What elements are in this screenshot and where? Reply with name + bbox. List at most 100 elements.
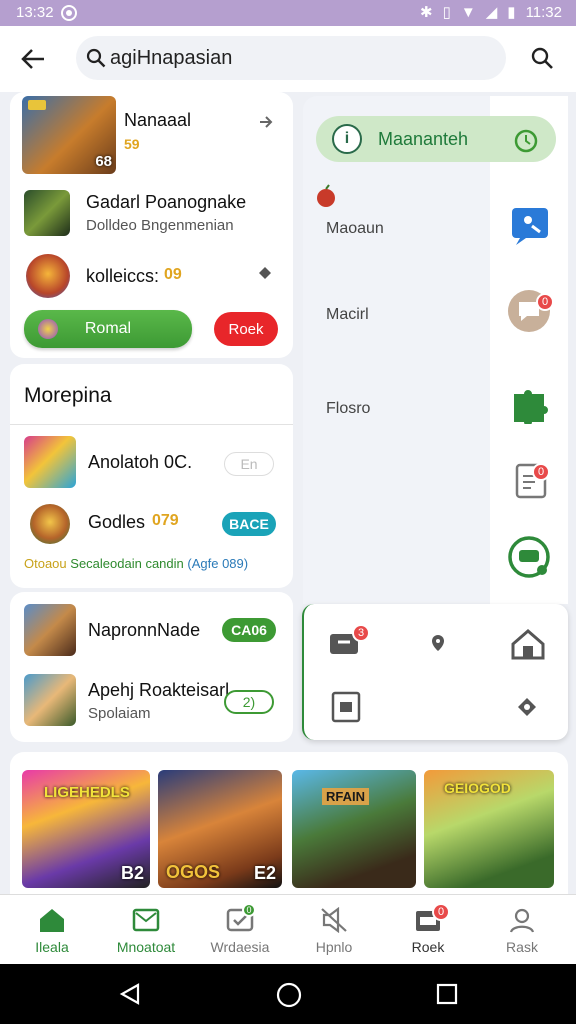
notification-badge: 0 [536, 293, 554, 311]
diamond-icon[interactable] [258, 266, 272, 280]
puzzle-icon[interactable] [510, 382, 552, 424]
game-title[interactable]: Godles [88, 512, 145, 533]
shortcut-grid: 3 [302, 604, 568, 740]
drawer-active-item[interactable]: i Maananteh [316, 116, 556, 162]
banner-thumbnail[interactable]: LIGEHEDLS B2 [22, 770, 150, 888]
game-title[interactable]: kolleiccs: [86, 266, 159, 287]
game-points: 59 [124, 136, 140, 152]
arrow-right-icon[interactable] [258, 114, 274, 130]
muted-icon [321, 907, 347, 933]
notification-badge: 0 [242, 903, 256, 917]
nav-label: Wrdaesia [210, 939, 270, 955]
bluetooth-icon: ✱ [420, 4, 433, 21]
search-bar[interactable] [76, 36, 506, 80]
divider [10, 424, 293, 425]
play-button-label: Romal [84, 320, 132, 337]
nav-label: Rask [506, 939, 538, 955]
clipboard-icon[interactable] [330, 690, 362, 724]
info-icon: i [332, 124, 362, 154]
game-title[interactable]: NapronnNade [88, 620, 200, 641]
nav-item-tasks[interactable]: 0 Wrdaesia [192, 895, 288, 965]
message-icon[interactable] [510, 206, 550, 246]
game-thumbnail[interactable] [24, 190, 70, 236]
drawer-item[interactable]: Maoaun [326, 220, 384, 238]
banner-text: OGOS [166, 862, 221, 882]
drawer-item[interactable]: Flosro [326, 400, 370, 418]
apple-icon [317, 184, 335, 207]
game-subtitle: Spolaiam [88, 705, 151, 722]
action-pill-label: CA06 [231, 622, 267, 638]
banner-corner: B2 [120, 863, 144, 883]
banner-thumbnail[interactable]: GEIOGOD [424, 770, 554, 888]
action-pill[interactable]: 2) [224, 690, 274, 714]
diamond-icon[interactable] [516, 696, 538, 718]
section-card: Morepina Anolatoh 0C. En Godles 079 BACE… [10, 364, 293, 588]
home-icon [40, 909, 64, 932]
nav-item-store[interactable]: 0 Roek [380, 895, 476, 965]
game-logo [28, 100, 46, 110]
promo-main: Secaleodain candin [70, 556, 184, 571]
game-title[interactable]: Anolatoh 0C. [88, 452, 192, 473]
signal-icon: ◢ [485, 4, 498, 21]
drawer-icon-rail [490, 96, 568, 604]
game-title[interactable]: Gadarl Poanognake [86, 192, 246, 213]
promo-prefix: Otoaou [24, 556, 67, 571]
status-right-time: 11:32 [525, 3, 562, 21]
wifi-icon: ▼ [460, 3, 476, 21]
status-bar: 13:32 ✱ ▯ ▼ ◢ ▮ 11:32 [0, 0, 576, 26]
game-title[interactable]: Apehj Roakteisarl [88, 680, 229, 701]
game-title[interactable]: Nanaaal [124, 110, 191, 131]
nav-item-profile[interactable]: Rask [474, 895, 570, 965]
recents-square-icon[interactable] [436, 983, 458, 1005]
action-pill[interactable]: BACE [222, 512, 276, 536]
dashboard-icon[interactable] [506, 534, 552, 580]
banner-strip: LIGEHEDLS B2 OGOS E2 RFAIN GEIOGOD [10, 752, 568, 894]
play-button[interactable]: Romal [24, 310, 192, 348]
game-thumbnail[interactable] [24, 436, 76, 488]
nav-item-home[interactable]: Ileala [4, 895, 100, 965]
game-thumbnail[interactable] [24, 604, 76, 656]
home-icon[interactable] [510, 628, 546, 660]
drawer-item[interactable]: Macirl [326, 306, 369, 324]
vibrate-icon: ▯ [442, 4, 451, 21]
featured-games-card: 68 Nanaaal 59 Gadarl Poanognake Dolldeo … [10, 92, 293, 358]
action-pill-label: BACE [229, 516, 269, 532]
game-thumbnail[interactable] [24, 674, 76, 726]
search-icon[interactable] [530, 46, 554, 70]
coin-count: 079 [152, 512, 179, 529]
location-pin-icon[interactable] [430, 634, 446, 652]
banner-corner: E2 [253, 863, 276, 883]
back-arrow-icon[interactable] [20, 46, 46, 72]
game-subtitle: Dolldeo Bngenmenian [86, 217, 234, 234]
game-thumbnail[interactable] [30, 504, 70, 544]
alarm-icon[interactable] [512, 126, 540, 154]
action-pill-label: En [240, 456, 258, 472]
coin-count: 09 [164, 266, 182, 283]
nav-label: Roek [411, 939, 445, 955]
promo-line: Otoaou Secaleodain candin (Agfe 089) [24, 556, 248, 571]
search-icon [86, 48, 106, 68]
nav-label: Mnoatoat [116, 939, 176, 955]
nav-item-mail[interactable]: Mnoatoat [98, 895, 194, 965]
banner-text: LIGEHEDLS [44, 784, 130, 801]
home-circle-icon[interactable] [276, 982, 302, 1008]
notification-badge: 0 [432, 903, 450, 921]
profile-icon [509, 908, 535, 933]
search-input[interactable] [110, 44, 490, 72]
banner-thumbnail[interactable]: OGOS E2 [158, 770, 282, 888]
nav-item-help[interactable]: Hpnlo [286, 895, 382, 965]
back-triangle-icon[interactable] [118, 982, 142, 1006]
bottom-nav: Ileala Mnoatoat 0 Wrdaesia Hpnlo 0 Roek … [0, 894, 576, 964]
action-pill[interactable]: CA06 [222, 618, 276, 642]
battery-icon: ▮ [507, 4, 516, 21]
action-pill[interactable]: En [224, 452, 274, 476]
status-time: 13:32 [16, 4, 54, 21]
top-bar [0, 26, 576, 92]
red-action-button[interactable]: Roek [214, 312, 278, 346]
mail-icon [132, 908, 160, 932]
game-thumbnail[interactable] [26, 254, 70, 298]
promo-suffix: (Agfe 089) [187, 556, 249, 571]
banner-thumbnail[interactable]: RFAIN [292, 770, 416, 888]
notification-badge: 0 [532, 463, 550, 481]
game-thumbnail[interactable]: 68 [22, 96, 116, 174]
